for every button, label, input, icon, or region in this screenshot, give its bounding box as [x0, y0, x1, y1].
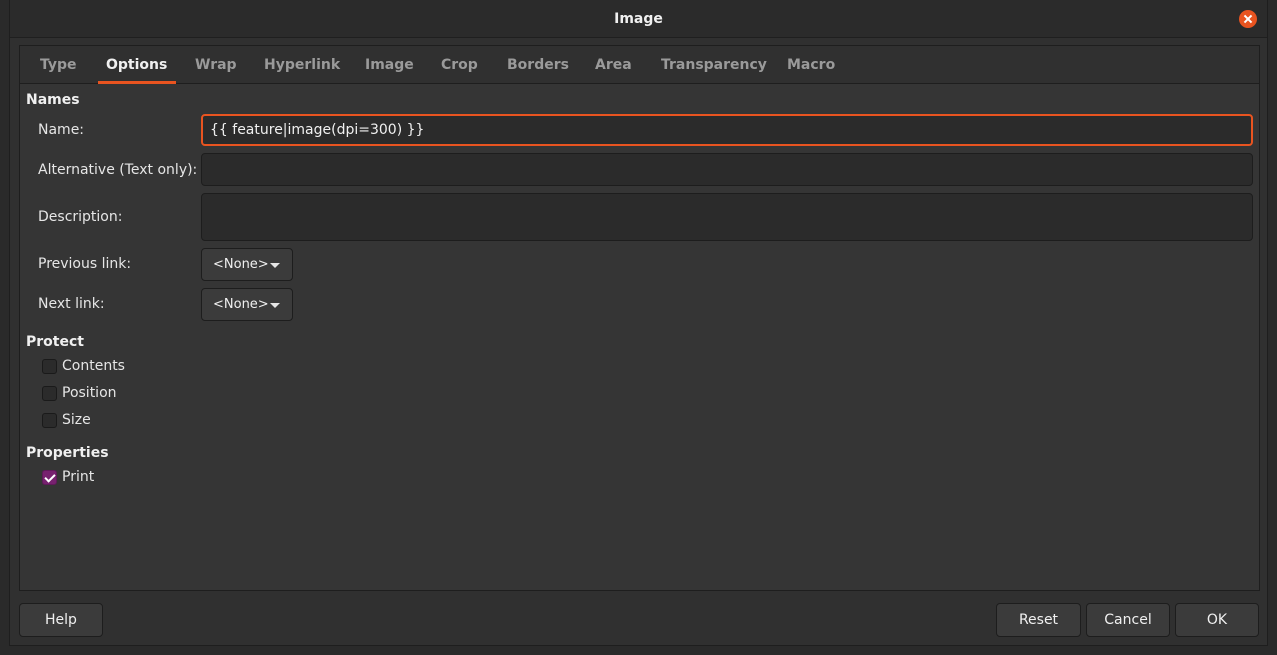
checkbox-label: Contents — [62, 358, 125, 374]
tab-area[interactable]: Area — [595, 57, 632, 73]
dialog-title: Image — [614, 11, 663, 27]
chevron-down-icon — [270, 303, 280, 308]
next-link-label: Next link: — [38, 296, 105, 312]
tab-type[interactable]: Type — [40, 57, 77, 73]
tab-macro[interactable]: Macro — [787, 57, 835, 73]
tab-image[interactable]: Image — [365, 57, 414, 73]
image-dialog: Image Type Options Wrap Hyperlink Image … — [9, 0, 1268, 646]
checkbox-label: Size — [62, 412, 91, 428]
reset-button[interactable]: Reset — [996, 603, 1081, 637]
title-bar: Image — [10, 0, 1267, 38]
name-input[interactable]: {{ feature|image(dpi=300) }} — [201, 114, 1253, 146]
active-tab-indicator — [98, 81, 176, 84]
tab-hyperlink[interactable]: Hyperlink — [264, 57, 340, 73]
checkbox-label: Position — [62, 385, 117, 401]
description-textarea[interactable] — [201, 193, 1253, 241]
checkbox-label: Print — [62, 469, 95, 485]
tab-wrap[interactable]: Wrap — [195, 57, 237, 73]
tab-bar: Type Options Wrap Hyperlink Image Crop B… — [20, 46, 1259, 84]
options-panel: Type Options Wrap Hyperlink Image Crop B… — [19, 45, 1260, 591]
close-icon[interactable] — [1239, 10, 1257, 28]
tab-borders[interactable]: Borders — [507, 57, 569, 73]
cancel-button[interactable]: Cancel — [1086, 603, 1170, 637]
checkmark-icon[interactable] — [42, 470, 57, 485]
previous-link-dropdown[interactable]: <None> — [201, 248, 293, 281]
names-heading: Names — [26, 92, 80, 108]
next-link-dropdown[interactable]: <None> — [201, 288, 293, 321]
alt-text-input[interactable] — [201, 153, 1253, 186]
name-label: Name: — [38, 122, 85, 138]
alt-text-label: Alternative (Text only): — [38, 162, 198, 178]
checkbox-box[interactable] — [42, 413, 57, 428]
previous-link-value: <None> — [213, 257, 269, 272]
properties-heading: Properties — [26, 445, 109, 461]
protect-heading: Protect — [26, 334, 84, 350]
description-label: Description: — [38, 209, 123, 225]
tab-crop[interactable]: Crop — [441, 57, 478, 73]
previous-link-label: Previous link: — [38, 256, 132, 272]
ok-button[interactable]: OK — [1175, 603, 1259, 637]
tab-options[interactable]: Options — [106, 57, 167, 73]
checkbox-box[interactable] — [42, 359, 57, 374]
chevron-down-icon — [270, 263, 280, 268]
tab-transparency[interactable]: Transparency — [661, 57, 767, 73]
next-link-value: <None> — [213, 297, 269, 312]
help-button[interactable]: Help — [19, 603, 103, 637]
checkbox-box[interactable] — [42, 386, 57, 401]
